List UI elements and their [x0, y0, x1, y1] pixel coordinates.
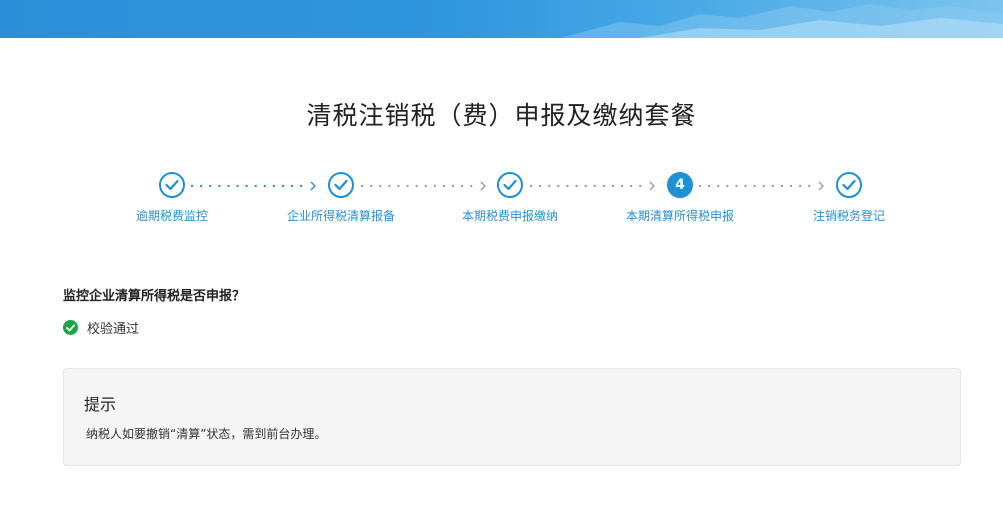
- tip-panel: 提示 纳税人如要撤销“清算”状态，需到前台办理。: [63, 368, 961, 466]
- success-check-icon: [63, 320, 78, 335]
- check-icon: [497, 172, 523, 198]
- step-progress: 逾期税费监控 企业所得税清算报备 本期税费申报缴纳 4 本期清算所得税申报 注销…: [0, 170, 1003, 230]
- step-label: 逾期税费监控: [135, 209, 208, 223]
- step-2: 企业所得税清算报备: [271, 170, 411, 224]
- check-question: 监控企业清算所得税是否申报？: [63, 289, 246, 304]
- step-label: 企业所得税清算报备: [286, 209, 395, 223]
- step-1: 逾期税费监控: [102, 170, 242, 224]
- step-number-badge: 4: [667, 172, 693, 198]
- header-banner: [0, 0, 1003, 38]
- step-label: 本期清算所得税申报: [625, 209, 734, 223]
- check-status: 校验通过: [63, 318, 139, 337]
- step-5: 注销税务登记: [779, 170, 919, 224]
- tip-text: 纳税人如要撤销“清算”状态，需到前台办理。: [86, 427, 327, 441]
- step-label: 注销税务登记: [812, 209, 885, 223]
- check-icon: [328, 172, 354, 198]
- check-result-text: 校验通过: [87, 322, 140, 337]
- mountain-graphic: [560, 4, 1003, 38]
- step-4-current: 4 本期清算所得税申报: [610, 170, 750, 224]
- check-icon: [836, 172, 862, 198]
- tip-title: 提示: [84, 395, 117, 414]
- check-icon: [159, 172, 185, 198]
- page-title: 清税注销税（费）申报及缴纳套餐: [306, 101, 697, 130]
- step-label: 本期税费申报缴纳: [461, 209, 558, 223]
- step-3: 本期税费申报缴纳: [440, 170, 580, 224]
